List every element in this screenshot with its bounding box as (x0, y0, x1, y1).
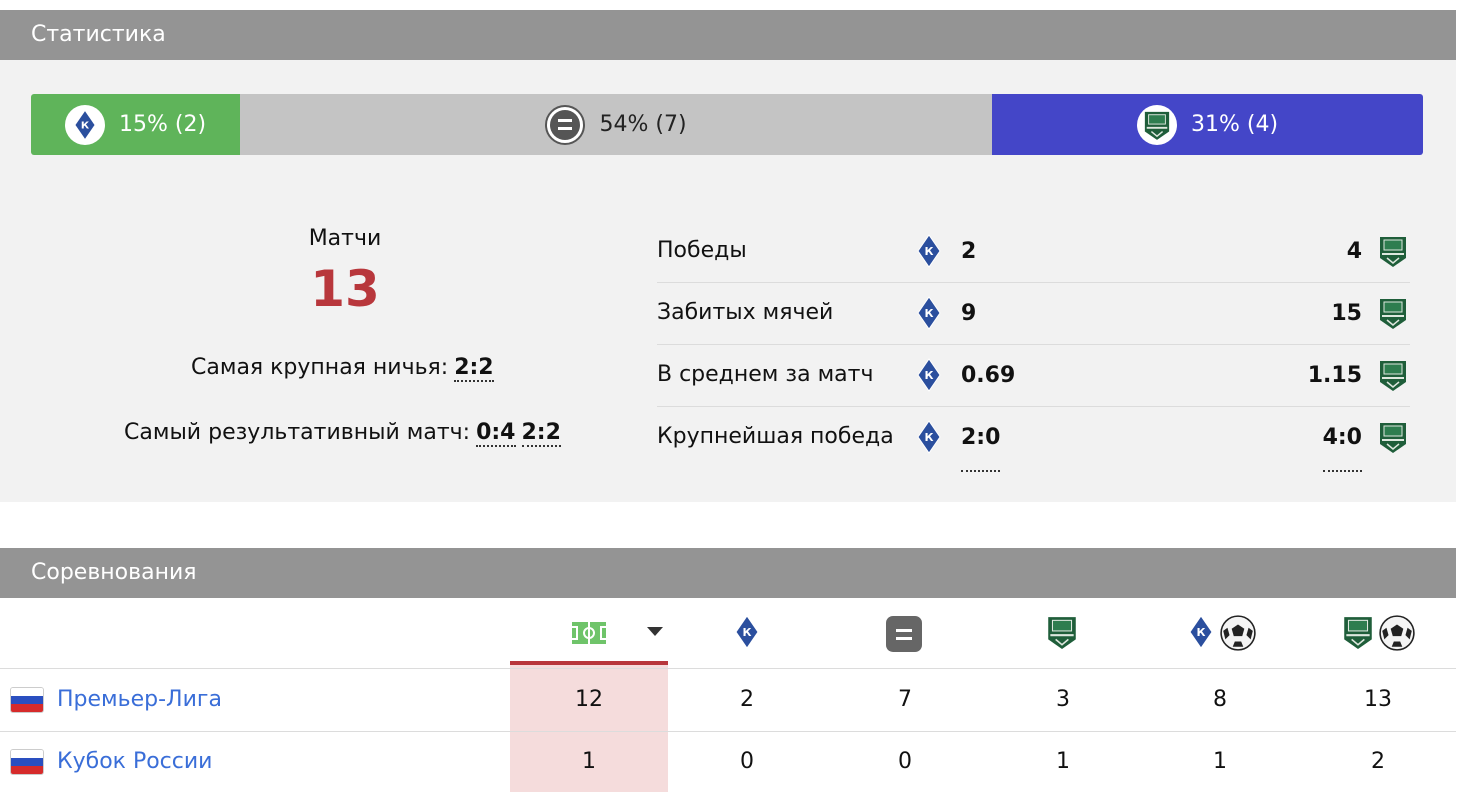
cell-away-goals: 2 (1371, 749, 1385, 774)
stat-label: В среднем за матч (657, 362, 874, 387)
stat-row-average: В среднем за матч 0.69 1.15 (657, 344, 1410, 407)
biggest-win-away-link[interactable]: 4:0 (1322, 406, 1362, 472)
krylia-sovetov-logo-icon (917, 234, 941, 268)
sort-descending-icon[interactable] (647, 627, 663, 636)
stat-row-biggest-win: Крупнейшая победа 2:0 4:0 (657, 406, 1410, 472)
matches-label: Матчи (308, 226, 382, 251)
football-icon[interactable] (1219, 614, 1257, 652)
krasnodar-logo-icon[interactable] (1045, 614, 1079, 650)
stat-label: Победы (657, 238, 747, 263)
cell-draws: 7 (898, 687, 912, 712)
field-icon[interactable] (570, 620, 608, 646)
most-goals-label: Самый результативный матч: (124, 420, 471, 445)
krasnodar-logo-icon[interactable] (1341, 614, 1375, 650)
biggest-win-home-link[interactable]: 2:0 (961, 406, 1001, 472)
cell-away-wins: 3 (1056, 687, 1070, 712)
stat-away-value: 4 (1346, 239, 1362, 264)
biggest-draw-line: Самая крупная ничья: 2:2 (191, 355, 494, 382)
russia-flag-icon (10, 687, 44, 713)
draws-share: 54% (7) (599, 112, 687, 137)
football-icon[interactable] (1378, 614, 1416, 652)
statistics-header: Статистика (0, 10, 1456, 60)
competition-link-russian-cup[interactable]: Кубок России (57, 731, 212, 793)
competitions-table-header (0, 598, 1456, 669)
competition-row: Кубок России 1 0 0 1 1 2 (0, 731, 1456, 793)
stat-home-value: 2 (961, 239, 977, 264)
krylia-sovetov-logo-icon[interactable] (735, 614, 759, 650)
cell-home-goals: 1 (1213, 749, 1227, 774)
krasnodar-logo-icon (1376, 234, 1410, 268)
most-goals-score-link[interactable]: 2:2 (521, 420, 561, 447)
home-wins-share: 15% (2) (118, 112, 207, 137)
cell-draws: 0 (898, 749, 912, 774)
statistics-title: Статистика (31, 22, 166, 47)
draws-bar[interactable]: 54% (7) (240, 94, 992, 155)
cell-away-wins: 1 (1056, 749, 1070, 774)
krasnodar-logo-icon (1376, 420, 1410, 454)
competitions-title: Соревнования (31, 560, 197, 585)
most-goals-score-link[interactable]: 0:4 (476, 420, 516, 447)
biggest-draw-score-link[interactable]: 2:2 (454, 355, 494, 382)
competitions-header: Соревнования (0, 548, 1456, 598)
krylia-sovetov-logo-icon (917, 358, 941, 392)
competition-link-premier-league[interactable]: Премьер-Лига (57, 669, 222, 731)
cell-matches: 12 (575, 687, 603, 712)
cell-home-goals: 8 (1213, 687, 1227, 712)
most-goals-line: Самый результативный матч: 0:4 2:2 (124, 420, 561, 447)
cell-matches: 1 (582, 749, 596, 774)
krylia-sovetov-logo-icon (917, 296, 941, 330)
away-wins-share: 31% (4) (1190, 112, 1279, 137)
cell-home-wins: 2 (740, 687, 754, 712)
krylia-sovetov-logo-icon (64, 104, 105, 145)
russia-flag-icon (10, 749, 44, 775)
stat-away-value: 1.15 (1307, 363, 1362, 388)
statistics-panel: 15% (2) 54% (7) 31% (4) Матчи 13 Самая к… (0, 60, 1456, 502)
krylia-sovetov-logo-icon[interactable] (1189, 614, 1213, 650)
biggest-draw-label: Самая крупная ничья: (191, 355, 449, 380)
away-wins-bar[interactable]: 31% (4) (992, 94, 1423, 155)
krasnodar-logo-icon (1376, 358, 1410, 392)
stat-label: Забитых мячей (657, 300, 834, 325)
krylia-sovetov-logo-icon (917, 420, 941, 454)
stat-row-goals: Забитых мячей 9 15 (657, 282, 1410, 345)
stat-row-wins: Победы 2 4 (657, 220, 1410, 283)
competition-row: Премьер-Лига 12 2 7 3 8 13 (0, 669, 1456, 732)
home-wins-bar[interactable]: 15% (2) (31, 94, 240, 155)
cell-away-goals: 13 (1364, 687, 1392, 712)
stat-home-value: 9 (961, 301, 977, 326)
equals-icon (545, 104, 586, 145)
krasnodar-logo-icon (1376, 296, 1410, 330)
matches-count: 13 (310, 260, 380, 318)
stat-home-value: 0.69 (961, 363, 1016, 388)
krasnodar-logo-icon (1136, 104, 1177, 145)
cell-home-wins: 0 (740, 749, 754, 774)
draw-icon[interactable] (886, 616, 922, 652)
stat-away-value: 15 (1331, 301, 1362, 326)
stat-label: Крупнейшая победа (657, 424, 894, 449)
